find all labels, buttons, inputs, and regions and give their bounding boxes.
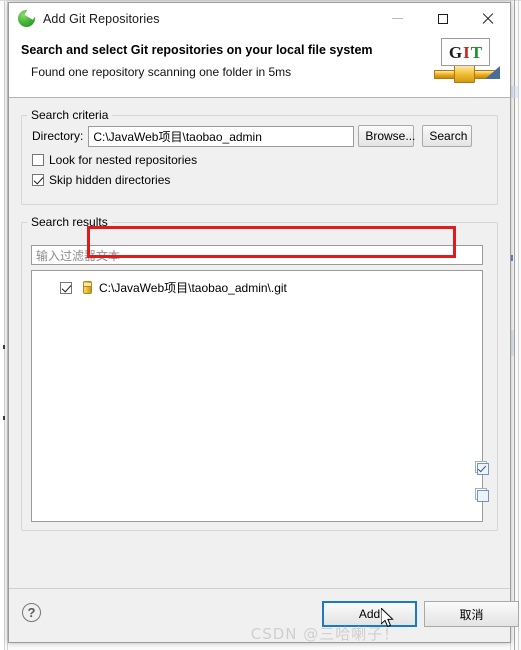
dialog-body: Search criteria Directory: Browse... Sea… xyxy=(9,98,510,588)
results-list[interactable]: C:\JavaWeb项目\taobao_admin\.git xyxy=(31,270,483,522)
directory-row: Directory: Browse... Search xyxy=(32,125,497,147)
search-results-legend: Search results xyxy=(31,215,108,229)
window-controls xyxy=(375,3,510,34)
nested-repositories-checkbox[interactable]: Look for nested repositories xyxy=(32,153,497,167)
help-button[interactable]: ? xyxy=(22,603,41,622)
repository-icon xyxy=(83,281,92,294)
git-logo-letter-i: I xyxy=(463,42,470,62)
git-logo-letter-g: G xyxy=(448,42,463,62)
add-git-repositories-dialog: Add Git Repositories Search and select G… xyxy=(8,2,519,643)
maximize-button[interactable] xyxy=(420,3,465,34)
search-button[interactable]: Search xyxy=(422,125,473,147)
deselect-all-button[interactable] xyxy=(475,488,490,503)
minimize-button[interactable] xyxy=(375,3,420,34)
git-logo-icon: GIT xyxy=(434,36,500,90)
list-item-label: C:\JavaWeb项目\taobao_admin\.git xyxy=(99,281,287,295)
maximize-icon xyxy=(437,13,448,24)
minimize-icon xyxy=(392,18,403,19)
title-bar: Add Git Repositories xyxy=(9,3,510,34)
search-criteria-group: Search criteria Directory: Browse... Sea… xyxy=(21,108,498,205)
item-checkbox[interactable] xyxy=(60,281,72,294)
close-button[interactable] xyxy=(465,3,510,34)
skip-hidden-directories-checkbox[interactable]: Skip hidden directories xyxy=(32,173,497,187)
dialog-header: Search and select Git repositories on yo… xyxy=(9,34,510,98)
blue-triangle-icon xyxy=(485,66,500,79)
checkbox-box xyxy=(32,174,44,186)
git-logo-letter-t: T xyxy=(470,42,483,62)
browse-button[interactable]: Browse... xyxy=(358,125,415,147)
cancel-button[interactable]: 取消 xyxy=(424,601,519,627)
search-criteria-legend: Search criteria xyxy=(31,108,109,122)
dialog-footer: ? Add 取消 xyxy=(9,588,519,642)
add-button[interactable]: Add xyxy=(322,601,417,627)
list-item[interactable]: C:\JavaWeb项目\taobao_admin\.git xyxy=(60,278,482,297)
skip-hidden-directories-label: Skip hidden directories xyxy=(49,173,171,187)
close-icon xyxy=(482,13,494,25)
window-title: Add Git Repositories xyxy=(43,11,160,26)
directory-label: Directory: xyxy=(32,129,84,143)
select-all-button[interactable] xyxy=(475,461,490,476)
directory-input[interactable] xyxy=(88,125,355,147)
checkbox-box xyxy=(32,154,44,166)
nested-repositories-label: Look for nested repositories xyxy=(49,153,198,167)
eclipse-icon xyxy=(18,7,38,27)
search-results-group: Search results C:\JavaWeb项目\taobao_admin… xyxy=(21,215,498,531)
filter-input[interactable] xyxy=(31,245,483,265)
